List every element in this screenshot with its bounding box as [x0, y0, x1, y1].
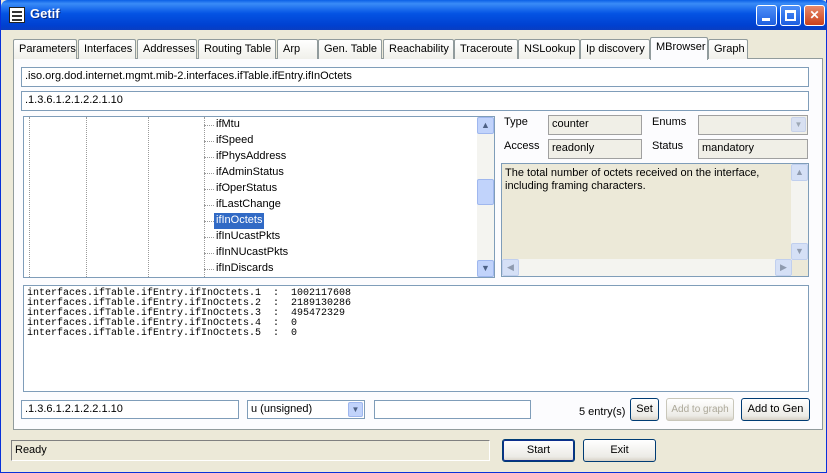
exit-button[interactable]: Exit: [583, 439, 656, 462]
add-to-graph-button[interactable]: Add to graph: [666, 398, 734, 421]
tab-routing-table[interactable]: Routing Table: [198, 39, 276, 59]
access-label: Access: [504, 140, 540, 152]
tree-branch: [204, 125, 214, 126]
tree-item-ifmtu[interactable]: ifMtu: [214, 117, 242, 133]
description-text: The total number of octets received on t…: [505, 167, 760, 192]
tree-branch: [204, 269, 214, 270]
description-box[interactable]: The total number of octets received on t…: [501, 163, 809, 277]
tab-interfaces[interactable]: Interfaces: [78, 39, 136, 59]
access-field: readonly: [548, 139, 642, 159]
tree-item-ifinucastpkts[interactable]: ifInUcastPkts: [214, 229, 282, 245]
scroll-up-icon[interactable]: ▲: [477, 117, 494, 134]
output-list[interactable]: interfaces.ifTable.ifEntry.ifInOctets.1 …: [23, 285, 809, 392]
start-button[interactable]: Start: [502, 439, 575, 462]
tree-branch: [204, 157, 214, 158]
set-type-select[interactable]: u (unsigned) ▼: [247, 400, 365, 419]
tree-item-ifadminstatus[interactable]: ifAdminStatus: [214, 165, 286, 181]
desc-scroll-right-icon[interactable]: ▶: [775, 259, 792, 276]
tree-item-ifphysaddress[interactable]: ifPhysAddress: [214, 149, 288, 165]
title-bar[interactable]: Getif ✕: [1, 0, 827, 30]
scroll-thumb[interactable]: [477, 179, 494, 205]
tree-item-ifinnucastpkts[interactable]: ifInNUcastPkts: [214, 245, 290, 261]
scroll-down-icon[interactable]: ▼: [477, 260, 494, 277]
tree-guide-line: [29, 117, 30, 277]
tab-reachability[interactable]: Reachability: [383, 39, 454, 59]
desc-scroll-left-icon[interactable]: ◀: [502, 259, 519, 276]
type-label: Type: [504, 116, 528, 128]
tree-scrollbar[interactable]: ▲ ▼: [477, 117, 494, 277]
tree-branch: [204, 253, 214, 254]
tab-mbrowser[interactable]: MBrowser: [650, 37, 708, 60]
tree-item-ifinoctets[interactable]: ifInOctets: [214, 213, 265, 229]
oid-numeric-field[interactable]: .1.3.6.1.2.1.2.2.1.10: [21, 91, 809, 111]
tree-branch: [204, 237, 214, 238]
status-label: Status: [652, 140, 684, 152]
enums-label: Enums: [652, 116, 687, 128]
tree-item-ifindiscards[interactable]: ifInDiscards: [214, 261, 275, 277]
add-to-gen-button[interactable]: Add to Gen: [741, 398, 810, 421]
app-window: Getif ✕ Parameters Interfaces Addresses …: [0, 0, 827, 473]
desc-scroll-down-icon[interactable]: ▼: [791, 243, 808, 260]
set-oid-field[interactable]: .1.3.6.1.2.1.2.2.1.10: [21, 400, 239, 419]
set-button[interactable]: Set: [630, 398, 659, 421]
tree-branch: [204, 205, 214, 206]
tree-guide-line: [148, 117, 149, 277]
tab-arp[interactable]: Arp: [277, 39, 318, 59]
tab-nslookup[interactable]: NSLookup: [518, 39, 580, 59]
tab-graph[interactable]: Graph: [708, 39, 748, 59]
close-button[interactable]: ✕: [804, 5, 825, 26]
maximize-icon: [785, 10, 796, 21]
description-hscrollbar[interactable]: ◀ ▶: [502, 259, 792, 276]
set-type-dropdown-icon[interactable]: ▼: [348, 402, 363, 417]
tree-branch: [204, 189, 214, 190]
tab-traceroute[interactable]: Traceroute: [454, 39, 518, 59]
tree-item-ifspeed[interactable]: ifSpeed: [214, 133, 255, 149]
tab-gen-table[interactable]: Gen. Table: [318, 39, 382, 59]
tree-branch: [204, 173, 214, 174]
status-field: mandatory: [698, 139, 808, 159]
close-icon: ✕: [809, 8, 820, 22]
tree-guide-line: [86, 117, 87, 277]
enums-dropdown-icon[interactable]: ▼: [791, 117, 806, 132]
tree-item-iflastchange[interactable]: ifLastChange: [214, 197, 283, 213]
tree-branch: [204, 141, 214, 142]
status-bar: Ready: [11, 440, 490, 461]
maximize-button[interactable]: [780, 5, 801, 26]
oid-name-field[interactable]: .iso.org.dod.internet.mgmt.mib-2.interfa…: [21, 67, 809, 87]
minimize-icon: [762, 18, 770, 21]
app-icon: [9, 7, 25, 23]
tab-addresses[interactable]: Addresses: [137, 39, 197, 59]
tab-ip-discovery[interactable]: Ip discovery: [580, 39, 650, 59]
output-line: interfaces.ifTable.ifEntry.ifInOctets.5 …: [27, 328, 298, 339]
minimize-button[interactable]: [756, 5, 777, 26]
entry-count: 5 entry(s): [579, 406, 626, 418]
tab-parameters[interactable]: Parameters: [13, 39, 77, 59]
window-title: Getif: [30, 6, 60, 21]
mib-tree[interactable]: ifMtu ifSpeed ifPhysAddress ifAdminStatu…: [23, 116, 495, 278]
set-type-value: u (unsigned): [251, 403, 313, 415]
description-vscrollbar[interactable]: ▲ ▼: [791, 164, 808, 260]
tree-item-ifoperstatus[interactable]: ifOperStatus: [214, 181, 279, 197]
type-field: counter: [548, 115, 642, 135]
desc-scroll-up-icon[interactable]: ▲: [791, 164, 808, 181]
set-value-field[interactable]: [374, 400, 531, 419]
tree-branch: [204, 221, 214, 222]
